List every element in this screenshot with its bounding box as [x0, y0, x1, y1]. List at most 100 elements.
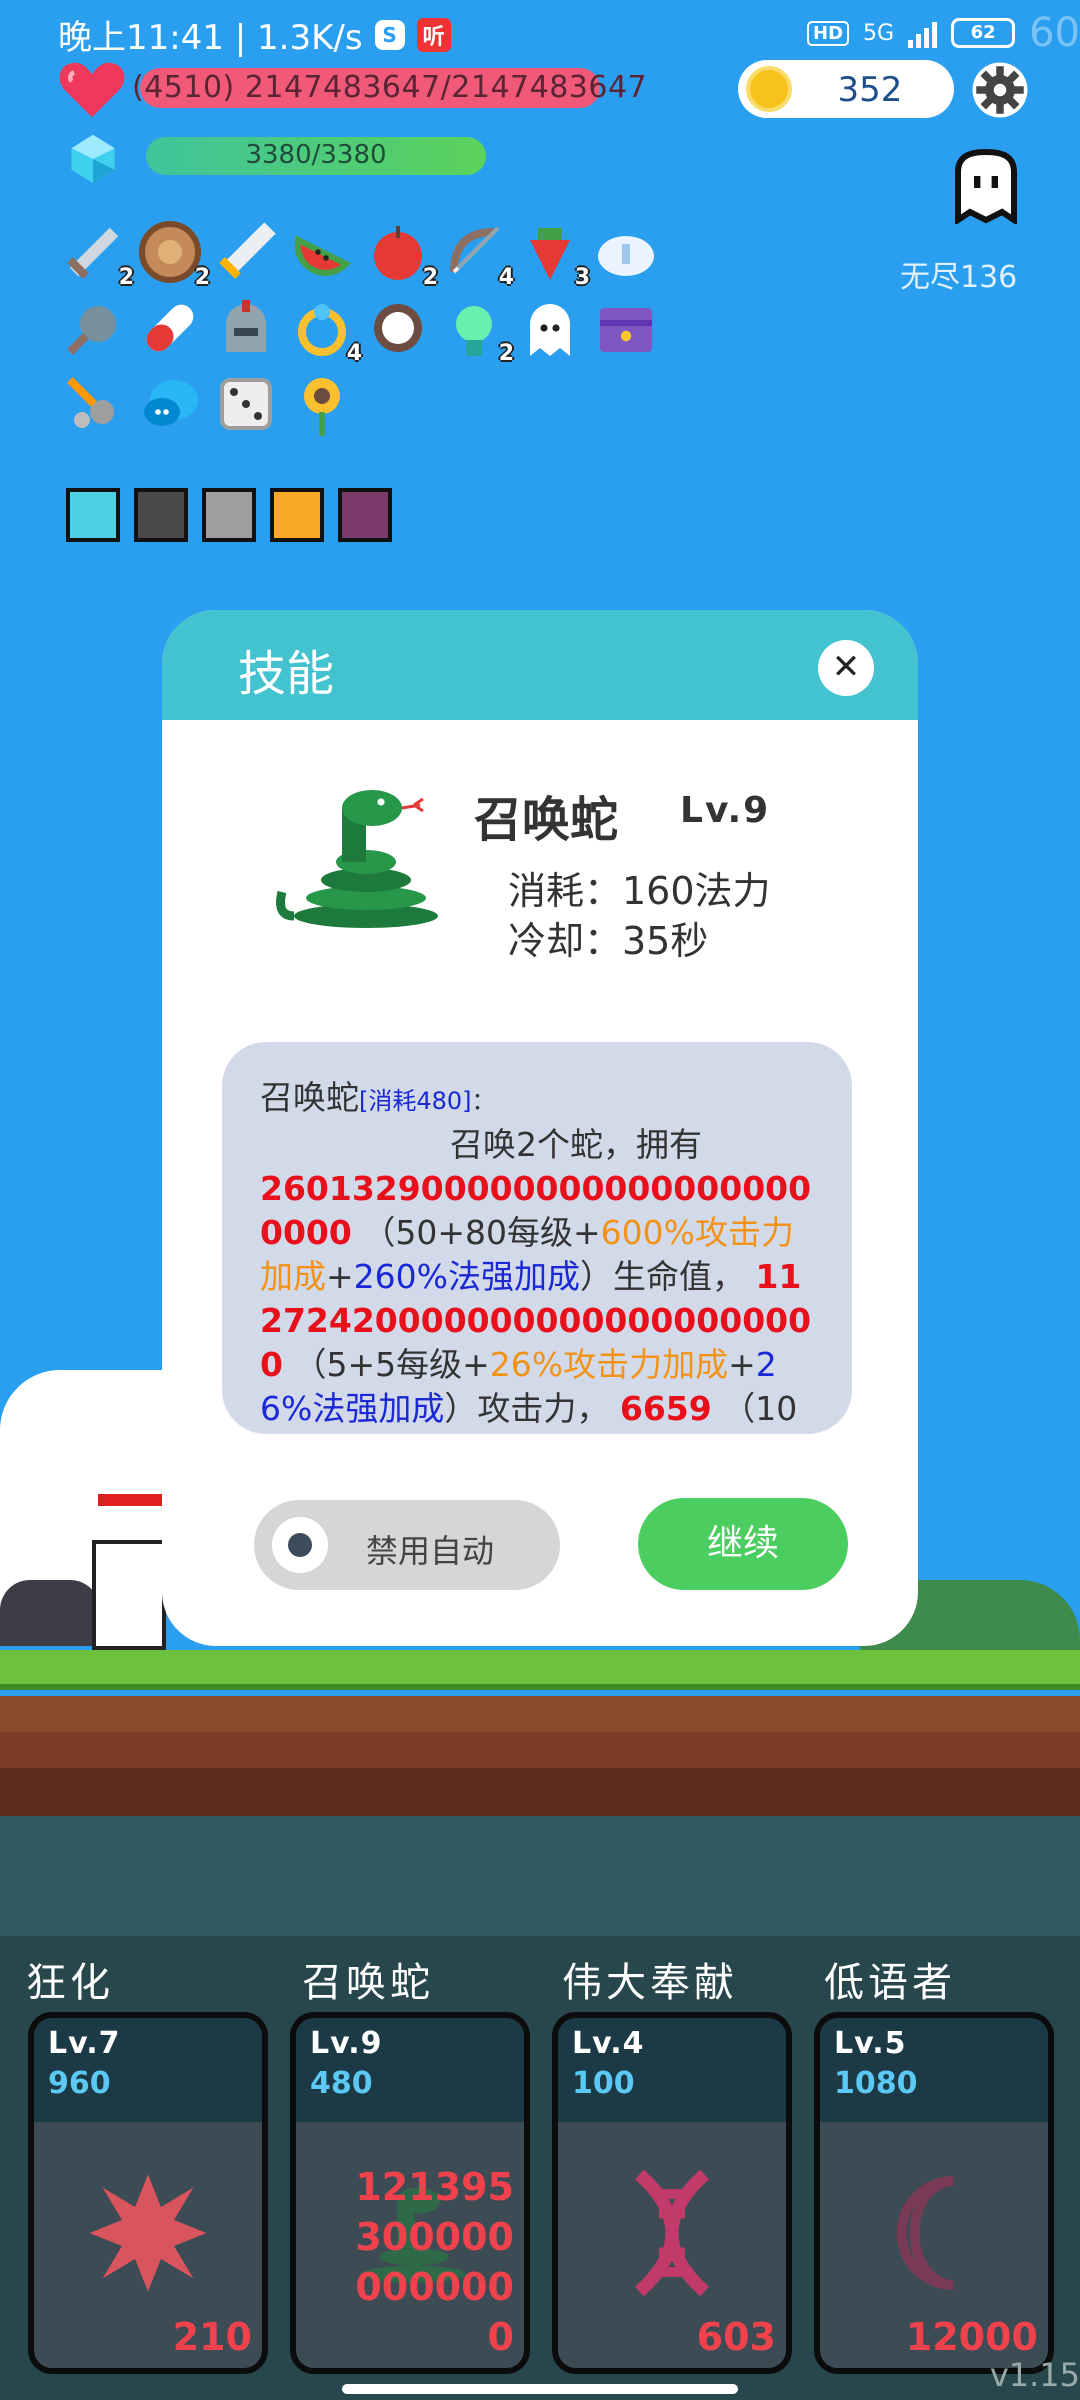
toggle-knob: [272, 1517, 328, 1573]
card-cost: 1080: [834, 2066, 918, 2101]
close-icon[interactable]: ✕: [818, 640, 874, 696]
card-value: 12000: [905, 2315, 1038, 2359]
sword-icon[interactable]: 2: [62, 220, 134, 290]
hp-formula: （50+80每级+: [362, 1213, 601, 1252]
description-text: 召唤蛇[消耗480]： 召唤2个蛇，拥有 2601329000000000000…: [260, 1076, 820, 1434]
item-count: 3: [574, 265, 590, 290]
ghost-icon[interactable]: [518, 296, 582, 360]
skill-card-title: 伟大奉献: [562, 1960, 738, 2006]
item-count: 2: [118, 265, 134, 290]
skill-name: 召唤蛇: [474, 792, 619, 848]
skill-card-berserk[interactable]: Lv.7 960 210: [28, 2012, 268, 2374]
toggle-label: 禁用自动: [366, 1532, 495, 1570]
skill-card-title: 狂化: [26, 1960, 114, 2006]
skill-cost: 消耗：160法力: [508, 869, 771, 913]
fps-counter: 60: [1029, 10, 1080, 56]
card-value: 210: [172, 2315, 252, 2359]
item-count: 4: [346, 341, 362, 366]
cloud-charm-icon[interactable]: [594, 220, 658, 284]
rock: [0, 1580, 100, 1646]
hp-suffix: ）生命值，: [580, 1257, 745, 1296]
coin-icon: [746, 66, 792, 112]
moon-icon: [896, 2176, 954, 2290]
ghost-mascot-icon[interactable]: [950, 148, 1022, 224]
desc-cost: [消耗480]: [359, 1087, 472, 1115]
item-count: 2: [422, 265, 438, 290]
desc-colon: ：: [471, 1087, 496, 1115]
card-value: 1213953000000000000: [355, 2165, 514, 2359]
bulb-skin-icon[interactable]: [66, 488, 120, 542]
burst-icon: [89, 2174, 207, 2292]
battery-icon: 62: [951, 18, 1016, 48]
card-cost: 480: [310, 2066, 373, 2101]
bow-icon[interactable]: 4: [442, 220, 514, 290]
crown-skin-icon[interactable]: [270, 488, 324, 542]
endless-mode-label: 无尽136: [900, 260, 1018, 295]
hp-magic-bonus: 260%法强加成: [353, 1257, 580, 1296]
coin-count: 352: [837, 70, 903, 110]
watermelon-icon[interactable]: [290, 220, 354, 284]
dialog-title: 技能: [238, 646, 335, 702]
skill-level: Lv.9: [680, 790, 771, 831]
purple-tower-skin-icon[interactable]: [338, 488, 392, 542]
skill-description[interactable]: 召唤蛇[消耗480]： 召唤2个蛇，拥有 2601329000000000000…: [222, 1042, 852, 1434]
apple-icon[interactable]: 2: [366, 220, 438, 290]
card-cost: 960: [48, 2066, 111, 2101]
side-label: 剑: [0, 1428, 30, 1463]
mp-text: 3380/3380: [245, 140, 387, 170]
skill-card-whisperer[interactable]: Lv.5 1080 12000: [814, 2012, 1054, 2374]
item-count: 2: [498, 341, 514, 366]
skill-card-summon-snake[interactable]: Lv.9 480 1213953000000000000: [290, 2012, 530, 2374]
shield-icon[interactable]: 2: [138, 220, 210, 290]
app-notification-icon: S: [374, 19, 405, 50]
disable-auto-toggle[interactable]: 禁用自动: [254, 1500, 560, 1590]
network-type: 5G: [863, 20, 895, 46]
skill-card-title: 低语者: [824, 1960, 956, 2006]
meteor-icon[interactable]: [62, 372, 126, 436]
card-cost: 100: [572, 2066, 635, 2101]
status-bar: 晚上11:41 | 1.3K/s S 听 HD 5G 62 60: [0, 0, 1080, 68]
atk-atk-bonus: 26%攻击力加成: [489, 1345, 729, 1384]
skill-card-great-devotion[interactable]: Lv.4 100 603: [552, 2012, 792, 2374]
continue-button[interactable]: 继续: [638, 1498, 848, 1590]
listen-app-icon: 听: [416, 17, 451, 52]
skill-cooldown: 冷却：35秒: [508, 919, 709, 963]
treasure-chest-icon[interactable]: [594, 296, 658, 360]
skill-card-title: 召唤蛇: [302, 1960, 434, 2006]
snake-icon: [276, 790, 438, 928]
settings-gear-icon[interactable]: [970, 60, 1030, 120]
dice-icon[interactable]: [214, 372, 278, 436]
card-level: Lv.7: [48, 2026, 121, 2061]
card-level: Lv.4: [572, 2026, 645, 2061]
mana-gem-icon: [71, 134, 115, 184]
pill-icon[interactable]: [138, 296, 202, 360]
sunflower-icon[interactable]: [290, 372, 354, 436]
ring-icon[interactable]: 4: [290, 296, 362, 366]
helmet-icon[interactable]: [214, 296, 278, 360]
ground-dirt: [0, 1696, 1080, 1816]
item-count: 2: [194, 265, 210, 290]
heart-icon: [59, 62, 125, 118]
skill-dialog: 技能 ✕ 召唤蛇 Lv.9 消耗：160法力 冷却：35秒 召唤蛇[消耗480]…: [162, 610, 918, 1646]
card-value: 603: [696, 2315, 776, 2359]
hero-hp-bar: [98, 1494, 162, 1506]
desc-line: 召唤2个蛇，拥有: [450, 1125, 702, 1164]
home-indicator[interactable]: [342, 2384, 738, 2394]
spiked-mace-icon[interactable]: [62, 296, 126, 360]
signal-icon: [908, 18, 938, 48]
silver-blade-skin-icon[interactable]: [202, 488, 256, 542]
potion-icon[interactable]: 2: [442, 296, 514, 366]
dark-blade-skin-icon[interactable]: [134, 488, 188, 542]
armor-value: 6659: [619, 1389, 712, 1428]
ground-grass: [0, 1650, 1080, 1690]
card-level: Lv.9: [310, 2026, 383, 2061]
hd-icon: HD: [807, 20, 850, 46]
speech-bubble-icon[interactable]: [138, 372, 202, 436]
desc-skill-name: 召唤蛇: [260, 1078, 359, 1117]
atk-suffix: ）攻击力，: [444, 1389, 610, 1428]
broadsword-icon[interactable]: [214, 220, 278, 284]
atk-formula: （5+5每级+: [293, 1345, 490, 1384]
card-level: Lv.5: [834, 2026, 907, 2061]
coconut-icon[interactable]: [366, 296, 430, 360]
strawberry-icon[interactable]: 3: [518, 220, 590, 290]
